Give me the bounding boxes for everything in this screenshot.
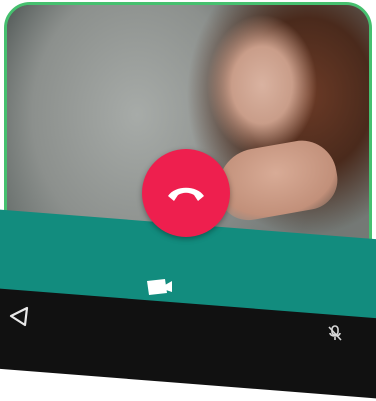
video-toggle-button[interactable]: [145, 277, 173, 297]
phone-hangup-icon: [168, 187, 204, 201]
end-call-button[interactable]: [142, 149, 230, 237]
nav-back-triangle-icon[interactable]: [8, 305, 30, 327]
video-camera-icon: [147, 279, 172, 295]
microphone-off-icon[interactable]: [326, 324, 344, 342]
